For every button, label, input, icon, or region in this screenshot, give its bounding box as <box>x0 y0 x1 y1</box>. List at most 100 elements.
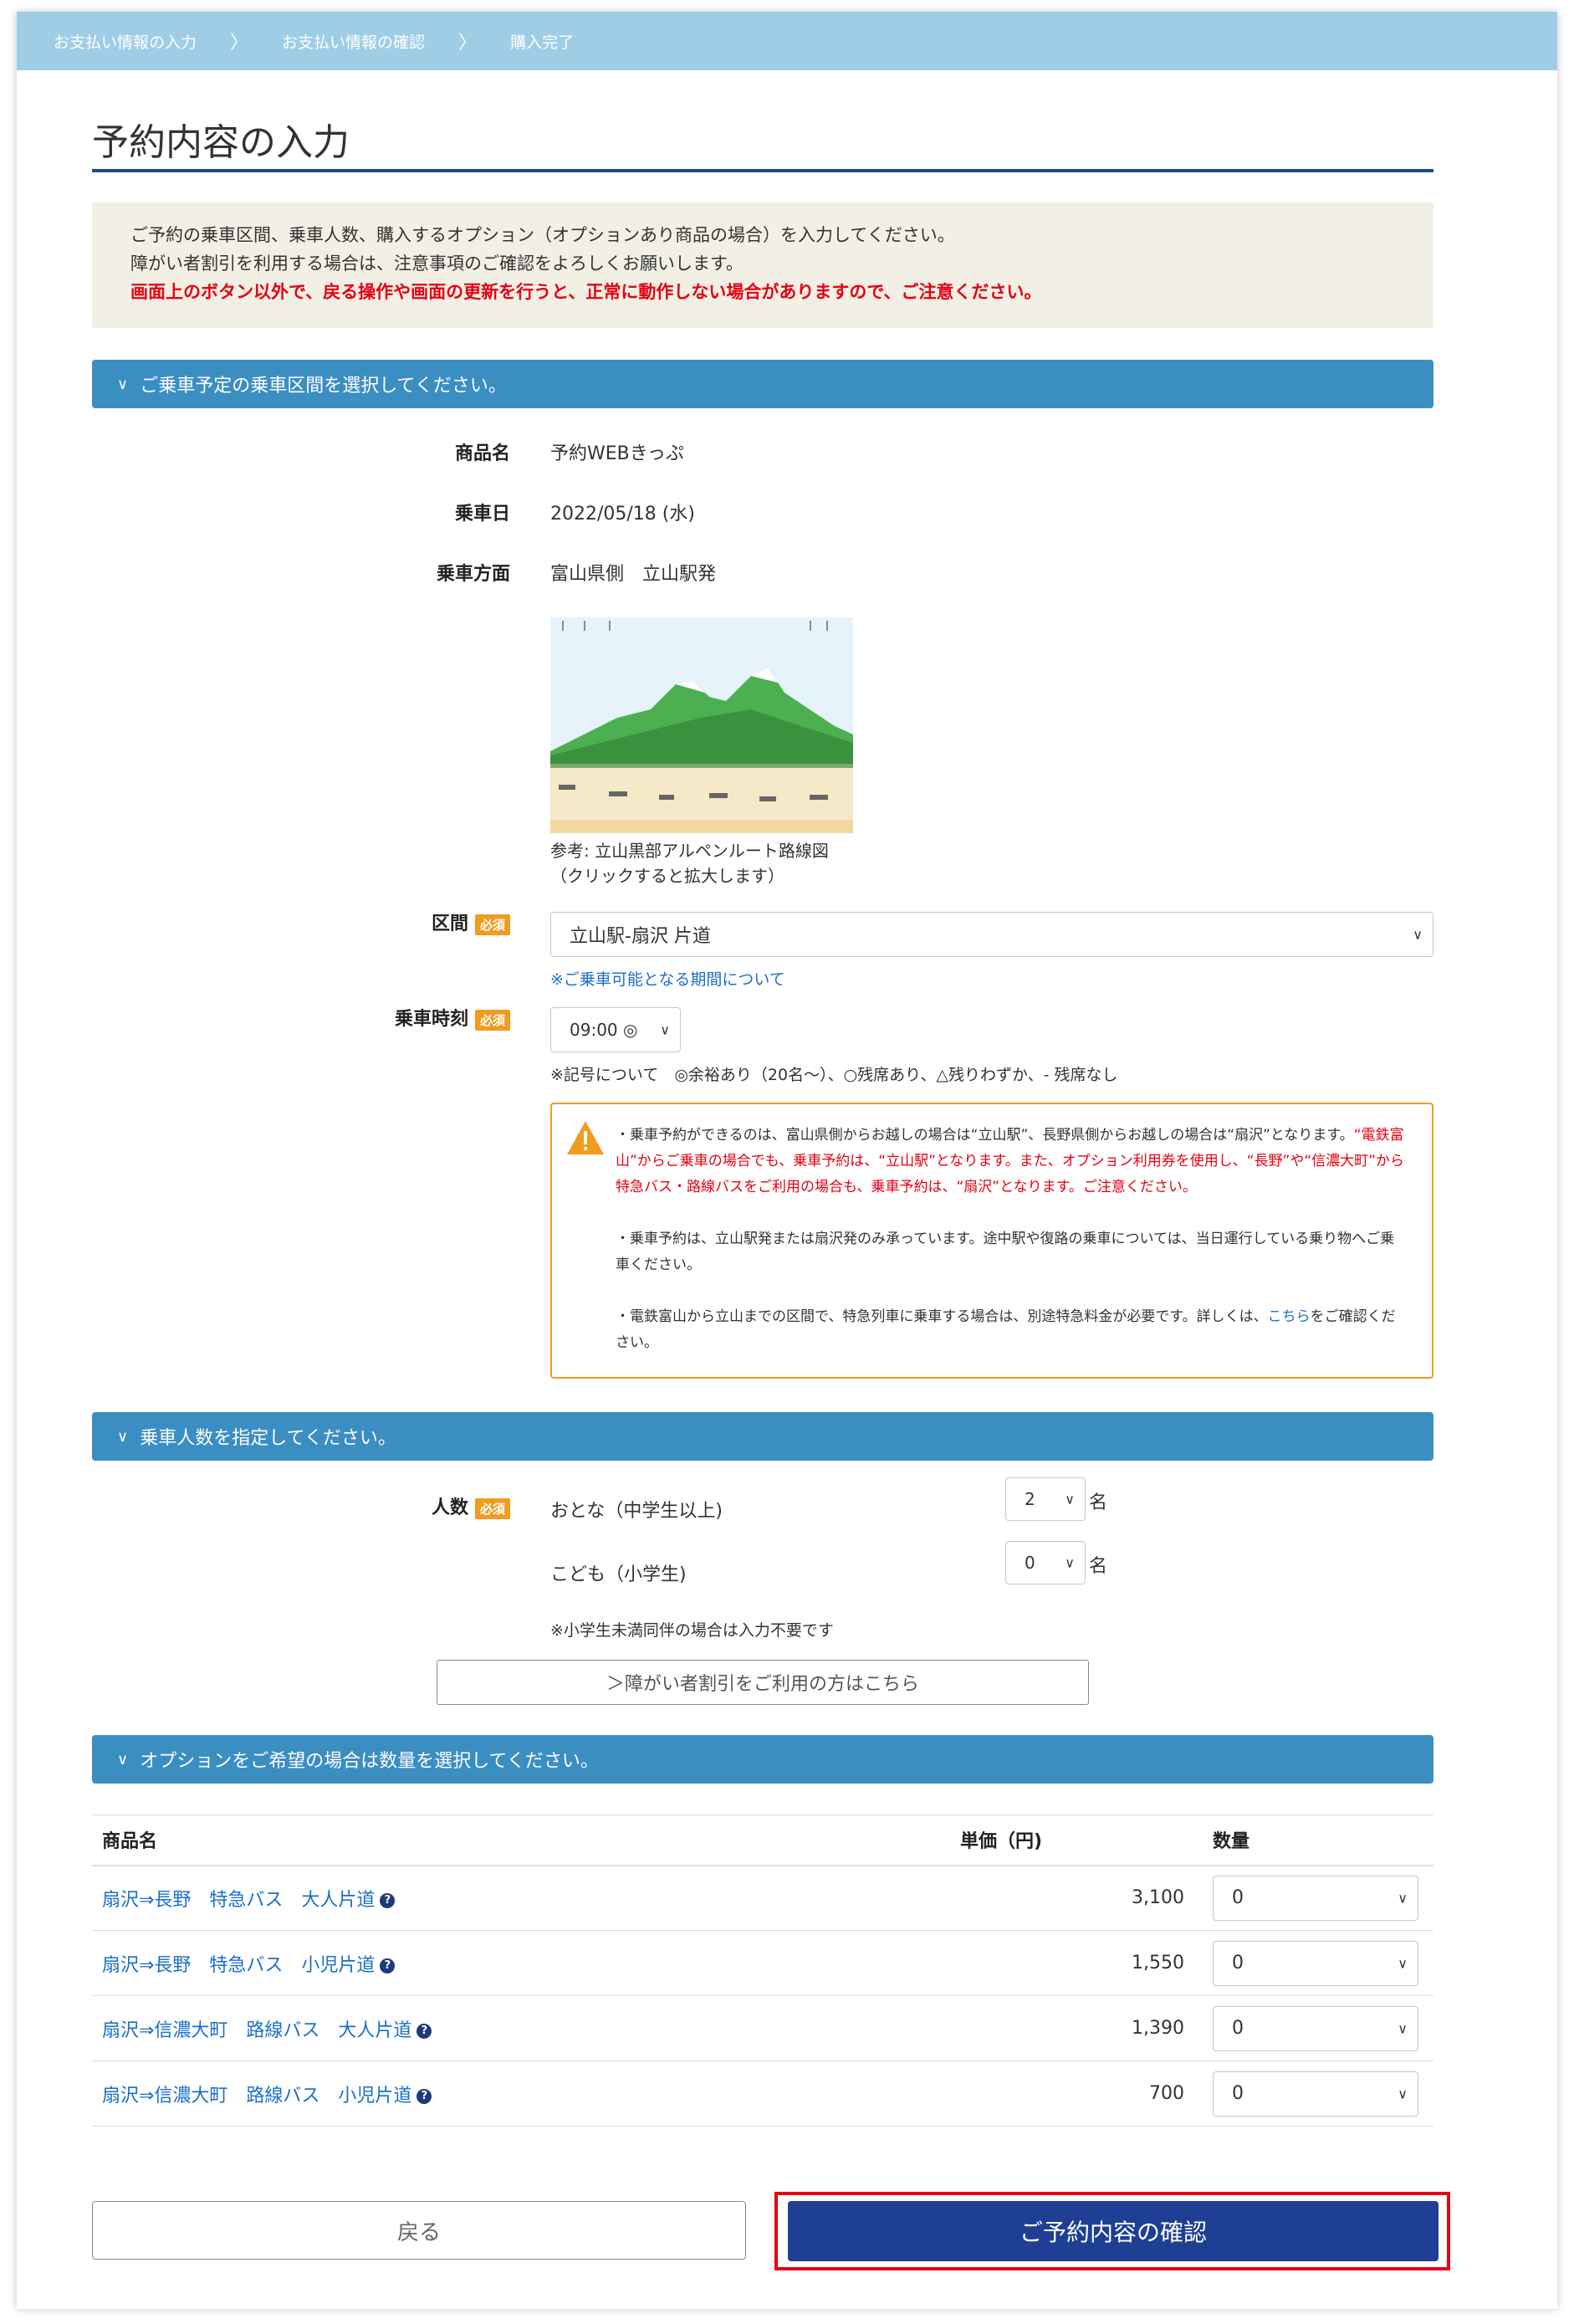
route-select-value: 立山駅-扇沢 片道 <box>570 926 711 947</box>
section-header-options[interactable]: ∨ オプションをご希望の場合は数量を選択してください。 <box>92 1735 1433 1784</box>
boarding-warning-box: ・乗車予約ができるのは、富山県側からお越しの場合は“立山駅”、長野県側からお越し… <box>550 1103 1433 1379</box>
notice-line: 障がい者割引を利用する場合は、注意事項のご確認をよろしくお願いします。 <box>130 253 744 274</box>
section-title: 乗車人数を指定してください。 <box>140 1428 396 1449</box>
breadcrumb-step-payment-confirm: お支払い情報の確認 <box>282 33 426 52</box>
col-header-qty: 数量 <box>1203 1815 1433 1866</box>
chevron-down-icon: ∨ <box>660 1021 670 1038</box>
symbol-legend-note: ※記号について ◎余裕あり（20名〜）、○残席あり、△残りわずか、- 残席なし <box>550 1066 1118 1084</box>
map-caption-title: 参考: 立山黒部アルペンルート路線図 <box>550 841 829 861</box>
chevron-down-icon: ∨ <box>117 375 129 393</box>
child-unit: 名 <box>1089 1556 1108 1577</box>
warning-text: ・電鉄富山から立山までの区間で、特急列車に乗車する場合は、別途特急料金が必要です… <box>616 1308 1268 1325</box>
breadcrumb-separator: 〉 <box>458 33 478 54</box>
child-label: こども（小学生) <box>550 1564 687 1585</box>
option-price: 1,390 <box>950 1995 1203 2061</box>
chevron-down-icon: ∨ <box>1065 1491 1075 1508</box>
required-badge: 必須 <box>474 914 510 935</box>
option-name-cell: 扇沢⇒信濃大町 路線バス 大人片道? <box>92 1995 950 2061</box>
chevron-down-icon: ∨ <box>1413 926 1423 943</box>
chevron-down-icon: ∨ <box>1398 1955 1408 1971</box>
option-name-cell: 扇沢⇒長野 特急バス 大人片道? <box>92 1865 950 1931</box>
express-fee-link[interactable]: こちら <box>1268 1308 1311 1325</box>
option-qty-select[interactable]: 0 ∨ <box>1213 2005 1418 2051</box>
route-map-image[interactable] <box>550 617 853 833</box>
breadcrumb-separator: 〉 <box>230 33 249 54</box>
title-underline <box>92 169 1433 172</box>
warning-icon <box>567 1121 604 1154</box>
map-caption-hint: （クリックすると拡大します） <box>550 866 784 886</box>
option-name-link[interactable]: 扇沢⇒信濃大町 路線バス 小児片道 <box>102 2086 411 2106</box>
product-label: 商品名 <box>454 443 510 464</box>
help-icon[interactable]: ? <box>416 2088 432 2104</box>
time-select-value: 09:00 ◎ <box>570 1020 638 1040</box>
chevron-down-icon: ∨ <box>117 1750 129 1769</box>
infant-note: ※小学生未満同伴の場合は入力不要です <box>550 1621 834 1640</box>
chevron-down-icon: ∨ <box>1398 2020 1408 2036</box>
warning-text: ・乗車予約ができるのは、富山県側からお越しの場合は“立山駅”、長野県側からお越し… <box>616 1127 1354 1144</box>
option-qty-select[interactable]: 0 ∨ <box>1213 2071 1418 2117</box>
section-title: オプションをご希望の場合は数量を選択してください。 <box>140 1751 599 1772</box>
option-qty-select[interactable]: 0 ∨ <box>1213 1940 1418 1986</box>
child-count-select[interactable]: 0 ∨ <box>1005 1541 1086 1584</box>
chevron-down-icon: ∨ <box>1398 2086 1408 2101</box>
section-header-passengers[interactable]: ∨ 乗車人数を指定してください。 <box>92 1412 1433 1461</box>
route-period-link[interactable]: ※ご乗車可能となる期間について <box>550 967 785 990</box>
help-icon[interactable]: ? <box>380 1958 396 1973</box>
page-title: 予約内容の入力 <box>92 121 350 164</box>
col-header-price: 単価（円) <box>950 1815 1203 1866</box>
option-qty-cell: 0 ∨ <box>1203 1995 1433 2061</box>
table-header-row: 商品名 単価（円) 数量 <box>92 1815 1433 1866</box>
option-qty-cell: 0 ∨ <box>1203 1865 1433 1931</box>
option-qty-select[interactable]: 0 ∨ <box>1213 1875 1418 1921</box>
direction-label: 乗車方面 <box>436 564 510 585</box>
option-price: 700 <box>950 2060 1203 2127</box>
notice-warning-line: 画面上のボタン以外で、戻る操作や画面の更新を行うと、正常に動作しない場合がありま… <box>130 282 1042 302</box>
back-button[interactable]: 戻る <box>92 2201 746 2260</box>
option-name-link[interactable]: 扇沢⇒長野 特急バス 大人片道 <box>102 1890 375 1911</box>
map-caption: 参考: 立山黒部アルペンルート路線図 （クリックすると拡大します） <box>550 838 829 888</box>
time-label-text: 乗車時刻 <box>394 1009 468 1030</box>
breadcrumb-step-payment-input: お支払い情報の入力 <box>54 33 197 52</box>
required-badge: 必須 <box>474 1009 510 1031</box>
date-value: 2022/05/18 (水) <box>550 504 695 525</box>
option-qty-cell: 0 ∨ <box>1203 1930 1433 1996</box>
help-icon[interactable]: ? <box>380 1892 396 1908</box>
adult-label: おとな（中学生以上) <box>550 1501 723 1522</box>
section-header-route[interactable]: ∨ ご乗車予定の乗車区間を選択してください。 <box>92 360 1433 408</box>
option-name-cell: 扇沢⇒長野 特急バス 小児片道? <box>92 1930 950 1996</box>
warning-paragraph-3: ・電鉄富山から立山までの区間で、特急列車に乗車する場合は、別途特急料金が必要です… <box>616 1304 1407 1356</box>
direction-value: 富山県側 立山駅発 <box>550 564 717 585</box>
table-row: 扇沢⇒信濃大町 路線バス 大人片道? 1,390 0 ∨ <box>92 1995 1433 2061</box>
route-select[interactable]: 立山駅-扇沢 片道 ∨ <box>550 912 1433 957</box>
breadcrumb-step-complete: 購入完了 <box>510 33 575 52</box>
route-label: 区間 必須 <box>92 909 510 935</box>
time-select[interactable]: 09:00 ◎ ∨ <box>550 1007 681 1052</box>
people-label-text: 人数 <box>431 1497 468 1518</box>
route-label-text: 区間 <box>431 914 468 934</box>
option-qty-value: 0 <box>1232 1887 1244 1909</box>
confirm-reservation-button[interactable]: ご予約内容の確認 <box>788 2201 1439 2261</box>
adult-unit: 名 <box>1089 1492 1108 1513</box>
disability-discount-button[interactable]: ＞障がい者割引をご利用の方はこちら <box>437 1660 1089 1705</box>
notice-line: ご予約の乗車区間、乗車人数、購入するオプション（オプションあり商品の場合）を入力… <box>130 225 955 245</box>
table-row: 扇沢⇒信濃大町 路線バス 小児片道? 700 0 ∨ <box>92 2060 1433 2127</box>
col-header-name: 商品名 <box>92 1815 950 1866</box>
chevron-down-icon: ∨ <box>1398 1890 1408 1907</box>
section-title: ご乗車予定の乗車区間を選択してください。 <box>140 376 507 397</box>
table-row: 扇沢⇒長野 特急バス 小児片道? 1,550 0 ∨ <box>92 1930 1433 1996</box>
breadcrumb: お支払い情報の入力 〉 お支払い情報の確認 〉 購入完了 <box>17 12 1557 70</box>
option-qty-value: 0 <box>1232 2083 1244 2104</box>
option-qty-value: 0 <box>1232 2018 1244 2039</box>
help-icon[interactable]: ? <box>416 2023 432 2039</box>
required-badge: 必須 <box>474 1497 510 1519</box>
option-qty-value: 0 <box>1232 1953 1244 1973</box>
child-count-value: 0 <box>1025 1553 1035 1573</box>
option-name-link[interactable]: 扇沢⇒長野 特急バス 小児片道 <box>102 1955 375 1976</box>
option-name-link[interactable]: 扇沢⇒信濃大町 路線バス 大人片道 <box>102 2020 411 2041</box>
page-container: お支払い情報の入力 〉 お支払い情報の確認 〉 購入完了 予約内容の入力 ご予約… <box>17 12 1557 2309</box>
adult-count-select[interactable]: 2 ∨ <box>1005 1477 1086 1521</box>
options-table: 商品名 単価（円) 数量 扇沢⇒長野 特急バス 大人片道? 3,100 0 ∨ 扇… <box>92 1815 1433 2127</box>
date-label: 乗車日 <box>454 504 510 525</box>
warning-paragraph-1: ・乗車予約ができるのは、富山県側からお越しの場合は“立山駅”、長野県側からお越し… <box>616 1123 1407 1200</box>
option-price: 1,550 <box>950 1930 1203 1996</box>
